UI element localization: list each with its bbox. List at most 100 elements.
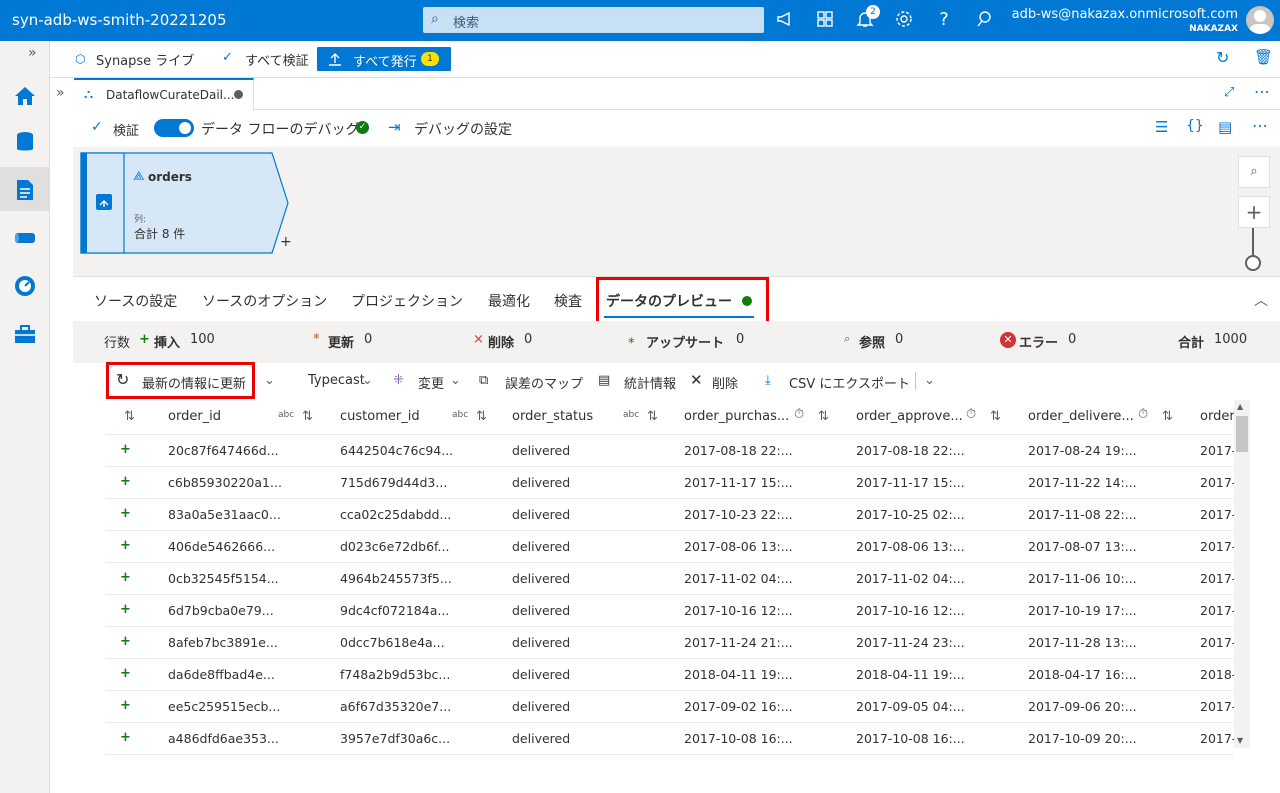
modify-button[interactable]: 変更: [418, 373, 444, 392]
table-cell[interactable]: delivered: [512, 539, 570, 554]
table-cell[interactable]: 3957e7df30a6c...: [340, 731, 450, 746]
directory-icon[interactable]: [814, 9, 836, 31]
table-cell[interactable]: 2017-: [1200, 699, 1234, 714]
sort-icon[interactable]: ⇅: [990, 409, 1001, 424]
avatar[interactable]: [1246, 6, 1274, 34]
refresh-dropdown-icon[interactable]: ⌄: [264, 373, 275, 388]
tab-source-options[interactable]: ソースのオプション: [202, 291, 327, 311]
sort-icon[interactable]: ⇅: [818, 409, 829, 424]
table-cell[interactable]: delivered: [512, 667, 570, 682]
table-cell[interactable]: 2017-10-25 02:...: [856, 507, 965, 522]
more-options-icon[interactable]: ⋯: [1252, 116, 1268, 135]
table-cell[interactable]: delivered: [512, 603, 570, 618]
table-cell[interactable]: c6b85930220a1...: [168, 475, 282, 490]
table-cell[interactable]: 2017-: [1200, 539, 1234, 554]
sort-icon[interactable]: ⇅: [302, 409, 313, 424]
megaphone-icon[interactable]: [774, 9, 796, 31]
collapse-explorer-icon[interactable]: »: [56, 85, 65, 101]
table-cell[interactable]: 2017-08-06 13:...: [856, 539, 965, 554]
table-cell[interactable]: 6d7b9cba0e79...: [168, 603, 274, 618]
column-header[interactable]: order_approve...: [856, 409, 963, 424]
table-cell[interactable]: delivered: [512, 571, 570, 586]
zoom-in-icon[interactable]: +: [1238, 196, 1270, 228]
zoom-slider-handle[interactable]: [1245, 255, 1261, 271]
table-cell[interactable]: 2017-11-22 14:...: [1028, 475, 1137, 490]
table-cell[interactable]: delivered: [512, 731, 570, 746]
nav-data[interactable]: [0, 119, 49, 163]
feedback-icon[interactable]: [973, 9, 995, 31]
table-cell[interactable]: delivered: [512, 507, 570, 522]
scroll-up-icon[interactable]: ▲: [1237, 402, 1243, 411]
zoom-slider-track[interactable]: [1252, 228, 1254, 258]
table-cell[interactable]: f748a2b9d53bc...: [340, 667, 450, 682]
table-cell[interactable]: 2017-08-06 13:...: [684, 539, 793, 554]
table-cell[interactable]: 2017-: [1200, 603, 1234, 618]
table-cell[interactable]: 2017-10-19 17:...: [1028, 603, 1137, 618]
tab-dataflow[interactable]: ⛬ DataflowCurateDail...: [74, 78, 254, 111]
user-email[interactable]: adb-ws@nakazax.onmicrosoft.com: [1012, 7, 1238, 22]
table-cell[interactable]: 2017-: [1200, 635, 1234, 650]
nav-manage[interactable]: [0, 311, 49, 355]
sort-icon[interactable]: ⇅: [124, 409, 135, 424]
table-cell[interactable]: 2017-09-05 04:...: [856, 699, 965, 714]
validate-button[interactable]: 検証: [113, 120, 139, 139]
grid-scrollbar[interactable]: [1234, 400, 1250, 748]
table-cell[interactable]: 2017-11-06 10:...: [1028, 571, 1137, 586]
table-cell[interactable]: delivered: [512, 699, 570, 714]
sort-icon[interactable]: ⇅: [476, 409, 487, 424]
table-cell[interactable]: 2017-10-23 22:...: [684, 507, 793, 522]
publish-all-button[interactable]: すべて発行 1: [317, 47, 451, 71]
nav-develop[interactable]: [0, 167, 49, 211]
table-cell[interactable]: 2018-04-17 16:...: [1028, 667, 1137, 682]
table-cell[interactable]: 2017-09-06 20:...: [1028, 699, 1137, 714]
table-cell[interactable]: 2017-08-18 22:...: [856, 443, 965, 458]
sort-icon[interactable]: ⇅: [647, 409, 658, 424]
export-dropdown-icon[interactable]: ⌄: [924, 373, 935, 388]
more-icon[interactable]: ⋯: [1254, 82, 1270, 101]
tab-optimize[interactable]: 最適化: [488, 291, 530, 311]
export-csv-button[interactable]: CSV にエクスポート: [789, 373, 910, 392]
typecast-button[interactable]: Typecast: [308, 373, 365, 388]
table-cell[interactable]: 2017-10-16 12:...: [684, 603, 793, 618]
table-cell[interactable]: 2018-04-11 19:...: [856, 667, 965, 682]
table-cell[interactable]: 0cb32545f5154...: [168, 571, 279, 586]
table-cell[interactable]: 2017-11-02 04:...: [856, 571, 965, 586]
table-cell[interactable]: 2017-10-08 16:...: [856, 731, 965, 746]
nav-home[interactable]: [0, 73, 49, 117]
table-cell[interactable]: cca02c25dabdd...: [340, 507, 451, 522]
table-cell[interactable]: 8afeb7bc3891e...: [168, 635, 278, 650]
table-cell[interactable]: 2017-11-24 23:...: [856, 635, 965, 650]
debug-settings-button[interactable]: デバッグの設定: [414, 119, 512, 139]
properties-icon[interactable]: ▤: [1218, 118, 1232, 136]
table-cell[interactable]: 2017-11-17 15:...: [856, 475, 965, 490]
column-header[interactable]: order_purchas...: [684, 409, 789, 424]
table-cell[interactable]: 2017-: [1200, 507, 1234, 522]
help-icon[interactable]: ?: [933, 9, 955, 31]
nav-monitor[interactable]: [0, 263, 49, 307]
validate-all-button[interactable]: すべて検証: [245, 50, 309, 69]
scroll-thumb[interactable]: [1236, 416, 1248, 452]
debug-toggle[interactable]: [154, 119, 194, 137]
remove-button[interactable]: 削除: [712, 373, 738, 392]
script-icon[interactable]: ☰: [1155, 118, 1168, 136]
table-cell[interactable]: 4964b245573f5...: [340, 571, 452, 586]
add-transform-button[interactable]: +: [280, 234, 292, 250]
refresh-icon[interactable]: ↻: [1216, 48, 1229, 67]
nav-integrate[interactable]: [0, 215, 49, 259]
table-cell[interactable]: 2017-11-08 22:...: [1028, 507, 1137, 522]
table-cell[interactable]: 20c87f647466d...: [168, 443, 279, 458]
column-header[interactable]: order_id: [168, 409, 221, 424]
table-cell[interactable]: 2018-: [1200, 667, 1234, 682]
canvas-search-icon[interactable]: ⌕: [1238, 156, 1270, 188]
table-cell[interactable]: 2017-08-07 13:...: [1028, 539, 1137, 554]
table-cell[interactable]: 83a0a5e31aac0...: [168, 507, 281, 522]
table-cell[interactable]: 2017-: [1200, 443, 1234, 458]
table-cell[interactable]: a6f67d35320e7...: [340, 699, 451, 714]
table-cell[interactable]: 2017-09-02 16:...: [684, 699, 793, 714]
gear-icon[interactable]: [893, 9, 915, 31]
search-input[interactable]: ⌕ 検索: [423, 7, 764, 33]
table-cell[interactable]: 2017-11-28 13:...: [1028, 635, 1137, 650]
table-cell[interactable]: a486dfd6ae353...: [168, 731, 279, 746]
table-cell[interactable]: 0dcc7b618e4a...: [340, 635, 445, 650]
discard-icon[interactable]: 🗑: [1254, 48, 1273, 66]
